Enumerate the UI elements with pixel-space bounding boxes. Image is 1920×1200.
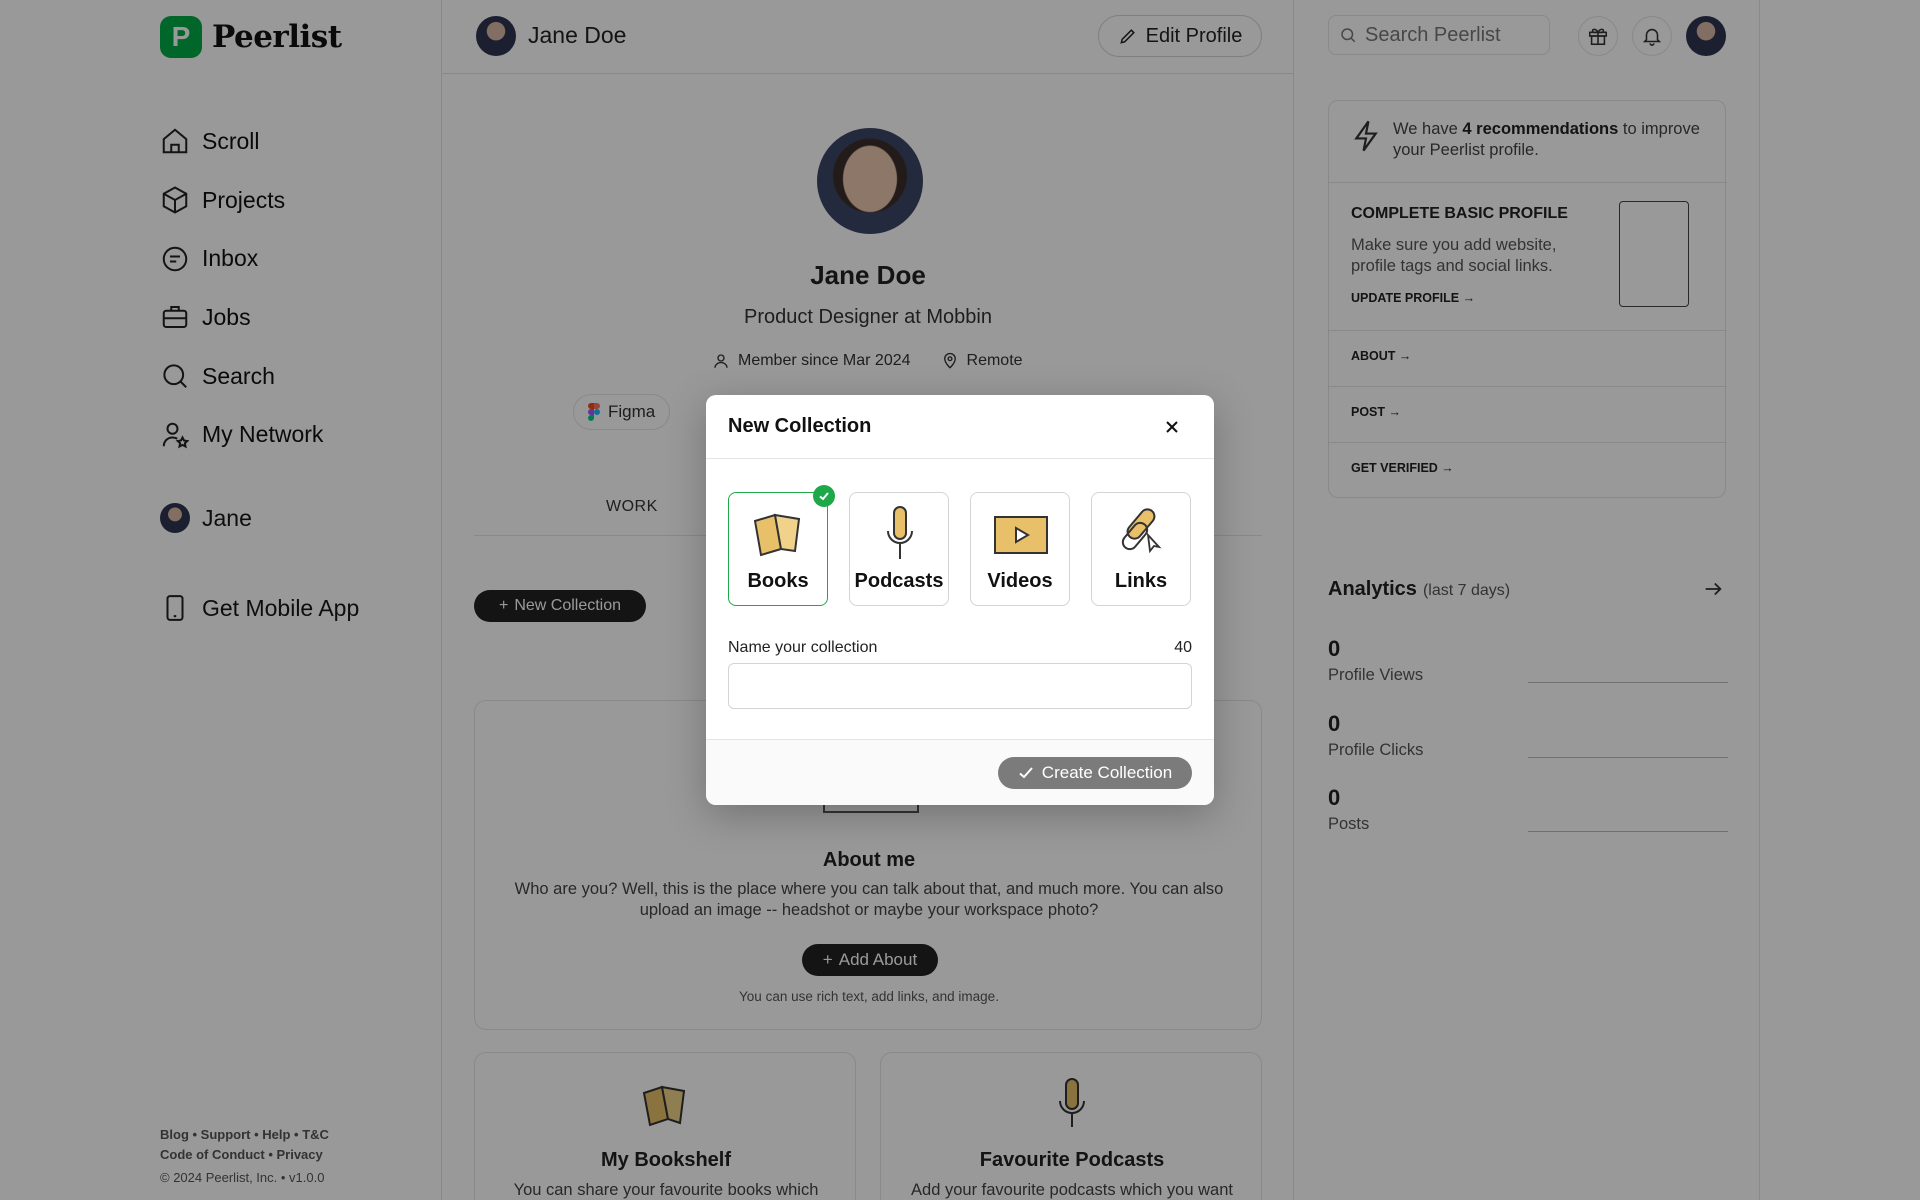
collection-type-videos[interactable]: Videos: [970, 492, 1070, 606]
book-icon: [753, 513, 801, 557]
microphone-icon: [887, 506, 913, 559]
collection-type-label: Links: [1114, 570, 1168, 592]
video-icon: [994, 516, 1048, 554]
modal-footer: Create Collection: [706, 739, 1214, 805]
collection-name-input[interactable]: [728, 663, 1192, 709]
selected-check-badge: [813, 485, 835, 507]
create-collection-button[interactable]: Create Collection: [998, 757, 1192, 789]
check-icon: [819, 492, 829, 501]
collection-type-books[interactable]: Books: [728, 485, 835, 606]
link-icon: [1121, 508, 1162, 554]
collection-type-label: Videos: [987, 570, 1053, 592]
modal-header: New Collection: [706, 395, 1214, 459]
close-button[interactable]: [1156, 411, 1188, 443]
collection-type-label: Books: [747, 570, 809, 592]
create-collection-label: Create Collection: [1041, 763, 1173, 782]
collection-type-podcasts[interactable]: Podcasts: [849, 492, 949, 606]
collection-name-label: Name your collection: [728, 639, 878, 656]
collection-type-links[interactable]: Links: [1091, 492, 1191, 606]
collection-type-label: Podcasts: [854, 570, 944, 592]
check-icon: [1019, 767, 1033, 779]
modal-title: New Collection: [728, 415, 872, 437]
character-count: 40: [1174, 639, 1192, 656]
close-icon: [1166, 421, 1178, 433]
new-collection-modal: New Collection Books Podcasts Videos Lin…: [706, 395, 1214, 805]
